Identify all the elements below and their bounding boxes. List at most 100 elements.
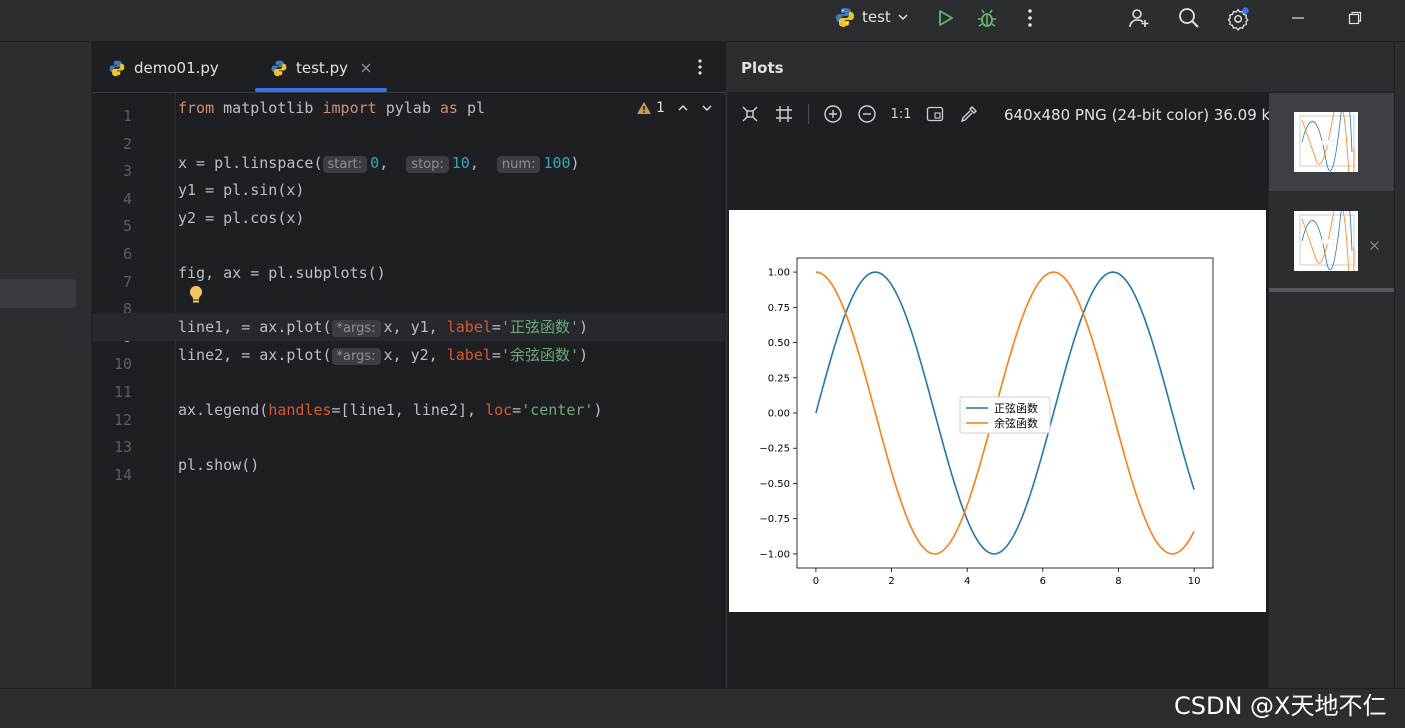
x-tick-label: 4 (964, 576, 970, 587)
param-hint: start: (322, 156, 368, 173)
search-icon (1179, 8, 1199, 28)
search-button[interactable] (1177, 6, 1201, 30)
run-config-selector[interactable]: test (834, 5, 909, 29)
line-number: 14 (113, 465, 132, 484)
line-number: 7 (122, 272, 132, 291)
x-tick-label: 10 (1188, 576, 1201, 587)
run-config-label: test (862, 8, 891, 26)
zoom-in-icon (824, 105, 842, 123)
thumbnail-divider (1269, 288, 1394, 292)
tab-test[interactable]: test.py (270, 43, 372, 93)
add-user-icon (1129, 9, 1149, 28)
param-hint: num: (496, 156, 541, 173)
grid-button[interactable] (774, 104, 794, 124)
line-number: 6 (122, 245, 132, 263)
close-icon[interactable] (360, 62, 372, 74)
y-tick-label: −0.50 (759, 479, 790, 490)
fit-icon (742, 106, 758, 122)
debug-button[interactable] (975, 6, 999, 30)
fit-image-button[interactable] (925, 104, 945, 124)
chevron-down-icon[interactable] (701, 102, 713, 114)
x-tick-label: 8 (1115, 576, 1121, 587)
line-number: 5 (122, 217, 132, 236)
code-line-12: ax.legend(handles=[line1, line2], loc='c… (178, 401, 603, 419)
code-line-14: pl.show() (178, 456, 260, 474)
more-vert-icon (698, 59, 702, 75)
image-info: 640x480 PNG (24-bit color) 36.09 kB (1004, 106, 1281, 124)
warning-icon (637, 102, 651, 114)
lightbulb-icon[interactable] (187, 285, 205, 309)
param-hint: *args: (331, 348, 381, 365)
python-file-icon (109, 60, 125, 77)
tab-label: test.py (296, 59, 348, 77)
active-tab-indicator (255, 88, 387, 92)
plots-title: Plots (741, 59, 784, 77)
run-button[interactable] (933, 6, 957, 30)
legend-label: 余弦函数 (994, 416, 1038, 430)
y-tick-label: 0.25 (768, 373, 790, 384)
code-line-3: x = pl.linspace(start: 0, stop: 10, num: 10… (178, 154, 580, 173)
chevron-up-icon[interactable] (677, 102, 689, 114)
plot-image[interactable]: 0 2 4 6 8 10 1.00 0.75 0.50 0.25 0.00 −0.25 −0.50 −0.… (729, 210, 1266, 612)
fit-image-icon (926, 106, 944, 122)
zoom-in-button[interactable] (823, 104, 843, 124)
code-line-5: y2 = pl.cos(x) (178, 209, 305, 227)
thumbnail-close-button[interactable] (1369, 236, 1380, 255)
plots-toolbar: 1:1 (740, 104, 979, 124)
fit-window-button[interactable] (740, 104, 760, 124)
plot-thumbnail-1[interactable] (1294, 91, 1358, 205)
grid-icon (776, 106, 792, 122)
close-icon (1370, 241, 1379, 250)
minimize-button[interactable] (1286, 6, 1310, 30)
x-tick-label: 0 (813, 576, 819, 587)
code-line-1: from matplotlib import pylab as pl (178, 99, 486, 117)
inspection-widget[interactable]: 1 (636, 100, 713, 116)
plot-thumbnail-2[interactable] (1294, 190, 1358, 304)
more-button[interactable] (1018, 6, 1042, 30)
plots-header (726, 42, 1394, 92)
minimize-icon (1292, 17, 1304, 19)
sidebar-selected-item[interactable] (0, 279, 76, 308)
chevron-down-icon (898, 14, 908, 21)
line-number: 13 (113, 438, 132, 457)
run-icon (939, 10, 953, 26)
add-user-button[interactable] (1127, 6, 1151, 30)
color-picker-button[interactable] (959, 104, 979, 124)
line-number: 1 (122, 107, 132, 125)
tab-demo01[interactable]: demo01.py (108, 43, 219, 93)
code-line-4: y1 = pl.sin(x) (178, 181, 305, 199)
restore-icon (1348, 11, 1362, 25)
y-tick-label: −1.00 (759, 549, 790, 560)
editor-tabs-menu[interactable] (697, 58, 703, 80)
watermark-text: CSDN @X天地不仁 (1174, 692, 1387, 720)
y-tick-label: −0.25 (759, 444, 790, 455)
zoom-out-icon (858, 105, 876, 123)
x-tick-label: 6 (1040, 576, 1046, 587)
code-line-9: line1, = ax.plot(*args: x, y1, label='正弦函… (178, 318, 589, 337)
line-number-gutter: 1234567891011121314 (92, 93, 176, 688)
y-tick-label: 0.75 (768, 303, 790, 314)
legend-label: 正弦函数 (994, 401, 1038, 415)
zoom-out-button[interactable] (857, 104, 877, 124)
line-number: 4 (122, 189, 132, 208)
y-tick-label: 0.50 (768, 338, 790, 349)
restore-button[interactable] (1343, 6, 1367, 30)
line-number: 2 (122, 134, 132, 153)
line-number: 12 (113, 410, 132, 429)
line-number: 3 (122, 162, 132, 181)
code-line-10: line2, = ax.plot(*args: x, y2, label='余弦函… (178, 346, 589, 365)
y-tick-label: 0.00 (768, 409, 790, 420)
line-number: 11 (113, 383, 132, 401)
right-tool-strip (1394, 42, 1405, 688)
warning-count: 1 (656, 100, 665, 116)
python-file-icon (271, 60, 287, 77)
python-icon (836, 8, 854, 27)
x-tick-label: 2 (888, 576, 894, 587)
actual-size-button[interactable]: 1:1 (891, 104, 912, 124)
y-tick-label: −0.75 (759, 514, 790, 525)
settings-button[interactable] (1227, 6, 1251, 31)
param-hint: *args: (331, 320, 381, 337)
line-number: 10 (113, 355, 132, 374)
code-line-7: fig, ax = pl.subplots() (178, 264, 386, 282)
project-sidebar (0, 42, 92, 688)
